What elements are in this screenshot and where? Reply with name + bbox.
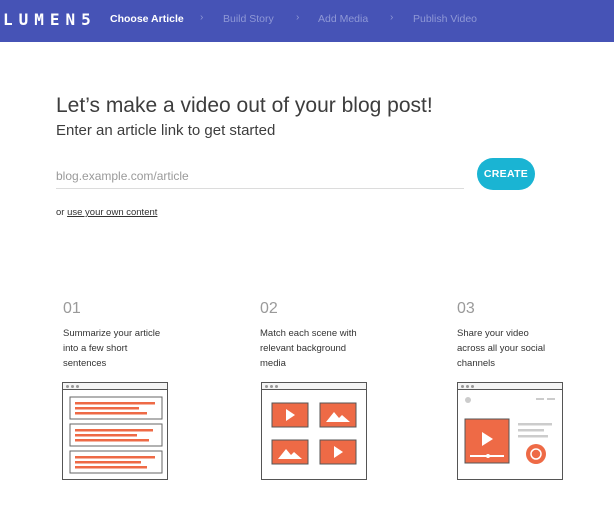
share-illustration — [457, 382, 563, 480]
alt-prefix: or — [56, 207, 65, 218]
video-share-icon — [464, 397, 555, 464]
step-column-1: 01 Summarize your article into a few sho… — [63, 300, 183, 371]
step-column-3: 03 Share your video across all your soci… — [457, 300, 577, 371]
article-url-input[interactable] — [56, 163, 464, 189]
page-headline: Let’s make a video out of your blog post… — [56, 94, 433, 117]
page-subheading: Enter an article link to get started — [56, 122, 276, 139]
step-number: 03 — [457, 300, 475, 317]
top-nav-bar: LUMEN5 Choose Article › Build Story › Ad… — [0, 0, 614, 42]
chevron-right-icon: › — [390, 12, 394, 23]
step-description: Match each scene with relevant backgroun… — [260, 328, 357, 369]
chevron-right-icon: › — [296, 12, 300, 23]
chevron-right-icon: › — [200, 12, 204, 23]
step-number: 01 — [63, 300, 81, 317]
nav-step-build-story[interactable]: Build Story — [223, 13, 274, 25]
nav-step-publish-video[interactable]: Publish Video — [413, 13, 477, 25]
media-grid-icon — [271, 402, 357, 465]
media-illustration — [261, 382, 367, 480]
step-description: Summarize your article into a few short … — [63, 328, 161, 369]
step-description: Share your video across all your social … — [457, 328, 546, 369]
create-button[interactable]: CREATE — [477, 158, 535, 190]
nav-step-add-media[interactable]: Add Media — [318, 13, 368, 25]
window-titlebar — [63, 383, 167, 390]
own-content-line: or use your own content — [56, 207, 157, 218]
summarize-illustration — [62, 382, 168, 480]
nav-step-choose-article[interactable]: Choose Article — [110, 13, 184, 25]
app-logo[interactable]: LUMEN5 — [3, 10, 97, 29]
text-lines-icon — [69, 396, 163, 474]
window-titlebar — [458, 383, 562, 390]
step-column-2: 02 Match each scene with relevant backgr… — [260, 300, 380, 371]
use-own-content-link[interactable]: use your own content — [67, 207, 157, 218]
window-titlebar — [262, 383, 366, 390]
step-number: 02 — [260, 300, 278, 317]
